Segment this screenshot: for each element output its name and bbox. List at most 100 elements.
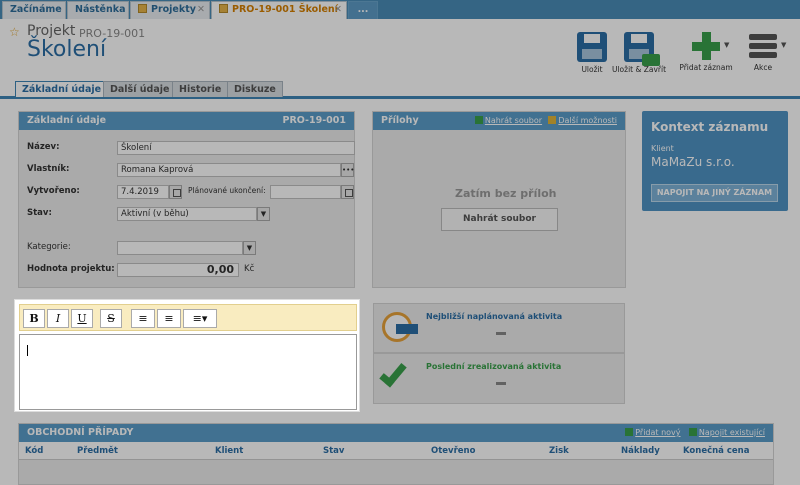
tab-nastenka[interactable]: Nástěnka <box>67 1 129 19</box>
basic-info-panel: Základní údaje PRO-19-001 Název: Školení… <box>18 111 355 288</box>
star-icon[interactable]: ☆ <box>9 25 20 39</box>
page-title: Školení <box>27 37 107 62</box>
tab-more-info[interactable]: Další údaje <box>103 81 177 97</box>
add-new-link[interactable]: Přidat nový <box>635 428 680 437</box>
state-select[interactable]: Aktivní (v běhu) <box>117 207 257 221</box>
editor-toolbar: B I U S ≡ ≡ ≡▾ <box>19 304 357 331</box>
record-context-box: Kontext záznamu Klient MaMaZu s.r.o. NAP… <box>642 111 788 211</box>
add-record-label: Přidat záznam <box>679 63 733 72</box>
category-select[interactable] <box>117 241 243 255</box>
business-cases-panel: OBCHODNÍ PŘÍPADY Přidat nový Napojit exi… <box>18 423 774 485</box>
next-activity-card: Nejbližší naplánovaná aktivita <box>373 303 625 353</box>
upload-file-link[interactable]: Nahrát soubor <box>485 116 542 125</box>
tab-discussion[interactable]: Diskuze <box>227 81 283 97</box>
calendar-icon[interactable] <box>341 185 354 199</box>
more-icon[interactable]: ••• <box>341 163 354 177</box>
column-header[interactable]: Kód <box>25 446 43 456</box>
empty-value-dash <box>496 332 506 335</box>
panel-record-code: PRO-19-001 <box>282 115 346 126</box>
planned-end-label: Plánované ukončení: <box>188 186 266 195</box>
panel-header: OBCHODNÍ PŘÍPADY Přidat nový Napojit exi… <box>19 424 773 442</box>
created-label: Vytvořeno: <box>27 186 80 196</box>
name-label: Název: <box>27 142 60 152</box>
category-row: Kategorie: ▼ <box>27 241 357 255</box>
project-value-row: Hodnota projektu: 0,00 Kč <box>27 263 357 277</box>
empty-value-dash <box>496 382 506 385</box>
tab-label: PRO-19-001 Školení <box>232 4 338 15</box>
bullet-list-button[interactable]: ≡ <box>131 309 155 328</box>
tab-basic-info[interactable]: Základní údaje <box>15 81 109 97</box>
checkmark-icon <box>379 358 407 388</box>
currency-label: Kč <box>244 264 255 274</box>
tab-more[interactable]: ... <box>348 1 378 19</box>
last-activity-card: Poslední zrealizovaná aktivita <box>373 353 625 404</box>
close-icon[interactable]: ✕ <box>334 2 342 18</box>
chevron-down-icon[interactable]: ▼ <box>781 41 786 49</box>
panel-links: Přidat nový Napojit existující <box>625 424 765 442</box>
name-input[interactable]: Školení <box>117 141 355 155</box>
column-header[interactable]: Stav <box>323 446 344 456</box>
column-header[interactable]: Předmět <box>77 446 118 456</box>
save-close-label: Uložit & Zavřít <box>611 65 667 74</box>
table-header: Kód Předmět Klient Stav Otevřeno Zisk Ná… <box>19 442 773 460</box>
column-header[interactable]: Konečná cena <box>683 446 749 456</box>
last-activity-title: Poslední zrealizovaná aktivita <box>426 362 562 371</box>
italic-button[interactable]: I <box>47 309 69 328</box>
empty-attachments-text: Zatím bez příloh <box>455 187 557 200</box>
created-date-input[interactable]: 7.4.2019 <box>117 185 169 199</box>
column-header[interactable]: Klient <box>215 446 243 456</box>
calendar-icon[interactable] <box>169 185 182 199</box>
tab-projekty[interactable]: Projekty ✕ <box>130 1 210 19</box>
column-header[interactable]: Náklady <box>621 446 660 456</box>
strikethrough-button[interactable]: S <box>100 309 122 328</box>
tab-label: Nástěnka <box>75 4 126 15</box>
rich-text-editor: B I U S ≡ ≡ ≡▾ <box>14 299 360 412</box>
plus-icon <box>688 428 697 436</box>
align-dropdown-button[interactable]: ≡▾ <box>183 309 217 328</box>
upload-file-button[interactable]: Nahrát soubor <box>441 208 558 231</box>
column-header[interactable]: Zisk <box>549 446 569 456</box>
link-other-record-button[interactable]: NAPOJIT NA JINÝ ZÁZNAM <box>651 184 778 202</box>
add-record-button[interactable]: Přidat záznam <box>676 32 736 72</box>
panel-title: OBCHODNÍ PŘÍPADY <box>27 427 134 438</box>
editor-text-area[interactable] <box>19 334 357 410</box>
bold-button[interactable]: B <box>23 309 45 328</box>
owner-label: Vlastník: <box>27 164 70 174</box>
save-close-button[interactable]: Uložit & Zavřít <box>609 32 669 74</box>
planned-end-input[interactable] <box>270 185 341 199</box>
numbered-list-button[interactable]: ≡ <box>157 309 181 328</box>
panel-title: Přílohy <box>381 115 419 126</box>
client-value: MaMaZu s.r.o. <box>651 155 735 169</box>
section-tabs: Základní údaje Další údaje Historie Disk… <box>0 80 800 99</box>
underline-button[interactable]: U <box>71 309 93 328</box>
folder-icon <box>219 4 228 13</box>
options-icon <box>548 116 557 124</box>
next-activity-title: Nejbližší naplánovaná aktivita <box>426 312 563 321</box>
chevron-down-icon[interactable]: ▼ <box>257 207 270 221</box>
text-cursor <box>27 345 28 356</box>
chevron-down-icon[interactable]: ▼ <box>243 241 256 255</box>
tab-history[interactable]: Historie <box>172 81 229 97</box>
name-row: Název: Školení <box>27 141 355 155</box>
attachments-panel: Přílohy Nahrát soubor Další možnosti Zat… <box>372 111 626 288</box>
tab-active-project[interactable]: PRO-19-001 Školení ✕ <box>211 1 347 19</box>
column-header[interactable]: Otevřeno <box>431 446 475 456</box>
record-header: ☆ Projekt PRO-19-001 Školení Uložit Ulož… <box>0 19 800 79</box>
panel-header: Přílohy Nahrát soubor Další možnosti <box>373 112 625 130</box>
folder-icon <box>138 4 147 13</box>
state-label: Stav: <box>27 208 52 218</box>
category-label: Kategorie: <box>27 242 71 252</box>
project-value-input[interactable]: 0,00 <box>117 263 239 277</box>
floppy-icon <box>577 32 607 62</box>
owner-row: Vlastník: Romana Kaprová ••• <box>27 163 357 177</box>
more-options-link[interactable]: Další možnosti <box>558 116 617 125</box>
state-row: Stav: Aktivní (v běhu) ▼ <box>27 207 357 221</box>
panel-header: Základní údaje PRO-19-001 <box>19 112 354 130</box>
chevron-down-icon[interactable]: ▼ <box>724 41 729 49</box>
owner-input[interactable]: Romana Kaprová <box>117 163 341 177</box>
link-existing-link[interactable]: Napojit existující <box>699 428 765 437</box>
actions-button[interactable]: Akce <box>733 32 793 72</box>
tab-zaciname[interactable]: Začínáme <box>2 1 66 19</box>
close-icon[interactable]: ✕ <box>197 2 205 18</box>
tab-label: Projekty <box>151 4 196 15</box>
